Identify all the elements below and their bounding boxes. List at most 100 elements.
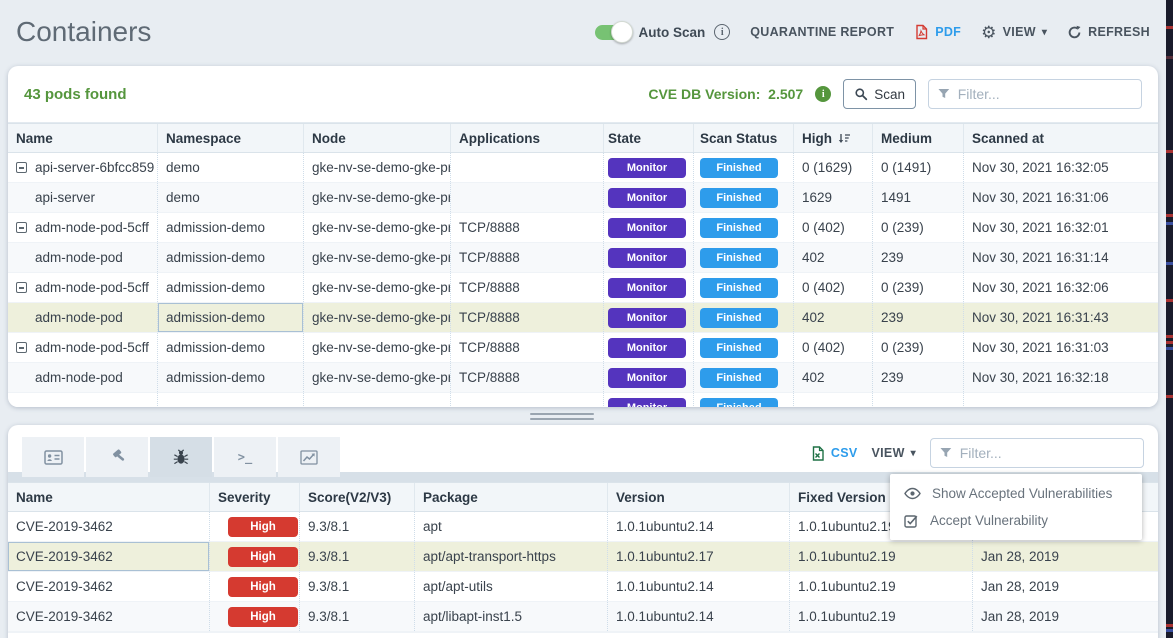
column-header-scanned-at[interactable]: Scanned at — [964, 124, 1158, 152]
csv-export-button[interactable]: CSV — [811, 446, 858, 461]
tab-stats[interactable] — [278, 437, 340, 477]
pod-medium-cell: 239 — [873, 303, 964, 332]
scan-status-badge: Finished — [700, 338, 778, 358]
tab-vulnerabilities[interactable] — [150, 437, 212, 477]
pod-row[interactable]: adm-node-pod-5cff admission-demo gke-nv-… — [8, 333, 1158, 363]
column-header-version[interactable]: Version — [608, 483, 790, 511]
column-header-package[interactable]: Package — [415, 483, 608, 511]
terminal-icon: >_ — [238, 450, 252, 464]
menu-item-accept-vulnerability[interactable]: Accept Vulnerability — [890, 507, 1142, 534]
pod-row[interactable]: api-server-6bfcc859 demo gke-nv-se-demo-… — [8, 153, 1158, 183]
scan-button[interactable]: Scan — [843, 79, 916, 109]
vuln-row[interactable]: CVE-2019-3462 High 9.3/8.1 apt/apt-utils… — [8, 572, 1158, 602]
pod-row[interactable]: adm-node-pod admission-demo gke-nv-se-de… — [8, 363, 1158, 393]
tab-process[interactable]: >_ — [214, 437, 276, 477]
vuln-name-cell: CVE-2019-3462 — [8, 512, 210, 541]
pod-name-cell: adm-node-pod — [8, 363, 158, 392]
scan-status-badge: Finished — [700, 158, 778, 178]
pod-applications-cell — [451, 153, 604, 182]
column-header-name[interactable]: Name — [8, 124, 158, 152]
pods-table-header: Name Namespace Node Applications State S… — [8, 123, 1158, 153]
column-header-high[interactable]: High — [794, 124, 873, 152]
collapse-toggle-icon[interactable] — [16, 222, 27, 233]
scan-status-badge: Finished — [700, 308, 778, 328]
collapse-toggle-icon[interactable] — [16, 282, 27, 293]
pod-scan-status-cell: Finished — [694, 303, 794, 332]
pods-filter-input[interactable] — [958, 86, 1132, 102]
refresh-icon — [1067, 25, 1082, 40]
pod-row[interactable]: adm-node-pod admission-demo gke-nv-se-de… — [8, 303, 1158, 333]
pod-node-cell: gke-nv-se-demo-gke-pr — [304, 303, 451, 332]
vuln-filter-input[interactable] — [960, 445, 1134, 461]
pod-row[interactable]: api-server demo gke-nv-se-demo-gke-pr Mo… — [8, 183, 1158, 213]
pod-high-cell — [794, 393, 873, 407]
column-header-scan-status[interactable]: Scan Status — [694, 124, 794, 152]
column-header-node[interactable]: Node — [304, 124, 451, 152]
column-header-state[interactable]: State — [604, 124, 694, 152]
vuln-name-cell: CVE-2019-3462 — [8, 542, 210, 571]
scan-status-badge: Finished — [700, 278, 778, 298]
column-header-cve-name[interactable]: Name — [8, 483, 210, 511]
vuln-row[interactable]: CVE-2019-3462 High 9.3/8.1 apt/libapt-in… — [8, 602, 1158, 632]
pod-scanned-at-cell: Nov 30, 2021 16:31:14 — [964, 243, 1158, 272]
auto-scan-label: Auto Scan — [638, 25, 705, 40]
pod-row[interactable]: adm-node-pod-5cff admission-demo gke-nv-… — [8, 273, 1158, 303]
pod-name-cell: adm-node-pod-5cff — [8, 273, 158, 302]
vuln-row[interactable]: CVE-2019-3462 High 9.3/8.1 apt/apt-trans… — [8, 542, 1158, 572]
collapse-toggle-icon[interactable] — [16, 342, 27, 353]
column-header-applications[interactable]: Applications — [451, 124, 604, 152]
filter-icon — [938, 88, 950, 100]
checkbox-checked-icon — [904, 514, 919, 528]
pod-medium-cell: 0 (239) — [873, 213, 964, 242]
pod-high-cell: 402 — [794, 243, 873, 272]
vuln-score-cell: 9.3/8.1 — [300, 542, 415, 571]
vuln-package-cell: apt — [415, 512, 608, 541]
pod-namespace-cell: demo — [158, 153, 304, 182]
pod-namespace-cell: admission-demo — [158, 213, 304, 242]
scan-status-badge: Finished — [700, 398, 778, 408]
column-header-score[interactable]: Score(V2/V3) — [300, 483, 415, 511]
vuln-view-menu-button[interactable]: VIEW ▾ — [872, 446, 916, 460]
cve-db-version-label: CVE DB Version: 2.507 — [648, 86, 803, 102]
tab-compliance[interactable] — [86, 437, 148, 477]
column-header-medium[interactable]: Medium — [873, 124, 964, 152]
state-badge: Monitor — [608, 398, 686, 408]
pod-high-cell: 1629 — [794, 183, 873, 212]
refresh-button[interactable]: REFRESH — [1067, 25, 1150, 40]
tab-container-info[interactable] — [22, 437, 84, 477]
pod-scan-status-cell: Finished — [694, 393, 794, 407]
column-header-namespace[interactable]: Namespace — [158, 124, 304, 152]
pod-medium-cell: 0 (1491) — [873, 153, 964, 182]
pdf-button[interactable]: PDF — [914, 24, 961, 40]
pod-node-cell: gke-nv-se-demo-gke-pr — [304, 213, 451, 242]
header-view-menu-button[interactable]: ⚙ VIEW ▾ — [981, 24, 1047, 41]
vuln-published-cell: Jan 28, 2019 — [973, 572, 1158, 601]
view-menu-dropdown: Show Accepted Vulnerabilities Accept Vul… — [890, 474, 1142, 540]
pod-row[interactable]: adm-node-pod-5cff admission-demo gke-nv-… — [8, 213, 1158, 243]
auto-scan-toggle[interactable] — [595, 25, 629, 40]
page-title: Containers — [16, 16, 151, 48]
pod-state-cell: Monitor — [604, 183, 694, 212]
pod-applications-cell: TCP/8888 — [451, 243, 604, 272]
quarantine-report-button[interactable]: QUARANTINE REPORT — [750, 25, 894, 39]
page-scrollbar[interactable] — [1166, 0, 1173, 638]
pods-table-body: api-server-6bfcc859 demo gke-nv-se-demo-… — [8, 153, 1158, 407]
collapse-toggle-icon[interactable] — [16, 162, 27, 173]
pod-node-cell: gke-nv-se-demo-gke-pr — [304, 243, 451, 272]
column-header-severity[interactable]: Severity — [210, 483, 300, 511]
pod-row[interactable]: adm-node-pod admission-demo gke-nv-se-de… — [8, 243, 1158, 273]
pod-medium-cell: 0 (239) — [873, 333, 964, 362]
state-badge: Monitor — [608, 248, 686, 268]
severity-badge: High — [228, 547, 298, 567]
vuln-fixed-version-cell: 1.0.1ubuntu2.19 — [790, 572, 973, 601]
pod-row[interactable]: Monitor Finished — [8, 393, 1158, 407]
menu-item-show-accepted-vulnerabilities[interactable]: Show Accepted Vulnerabilities — [890, 480, 1142, 507]
cve-db-info-icon[interactable]: i — [815, 86, 831, 102]
pod-scanned-at-cell: Nov 30, 2021 16:32:06 — [964, 273, 1158, 302]
panel-resize-handle[interactable] — [530, 413, 594, 420]
info-icon[interactable]: i — [714, 24, 730, 40]
state-badge: Monitor — [608, 188, 686, 208]
pod-name-cell: adm-node-pod-5cff — [8, 333, 158, 362]
bug-icon — [173, 449, 189, 466]
pod-scanned-at-cell — [964, 393, 1158, 407]
